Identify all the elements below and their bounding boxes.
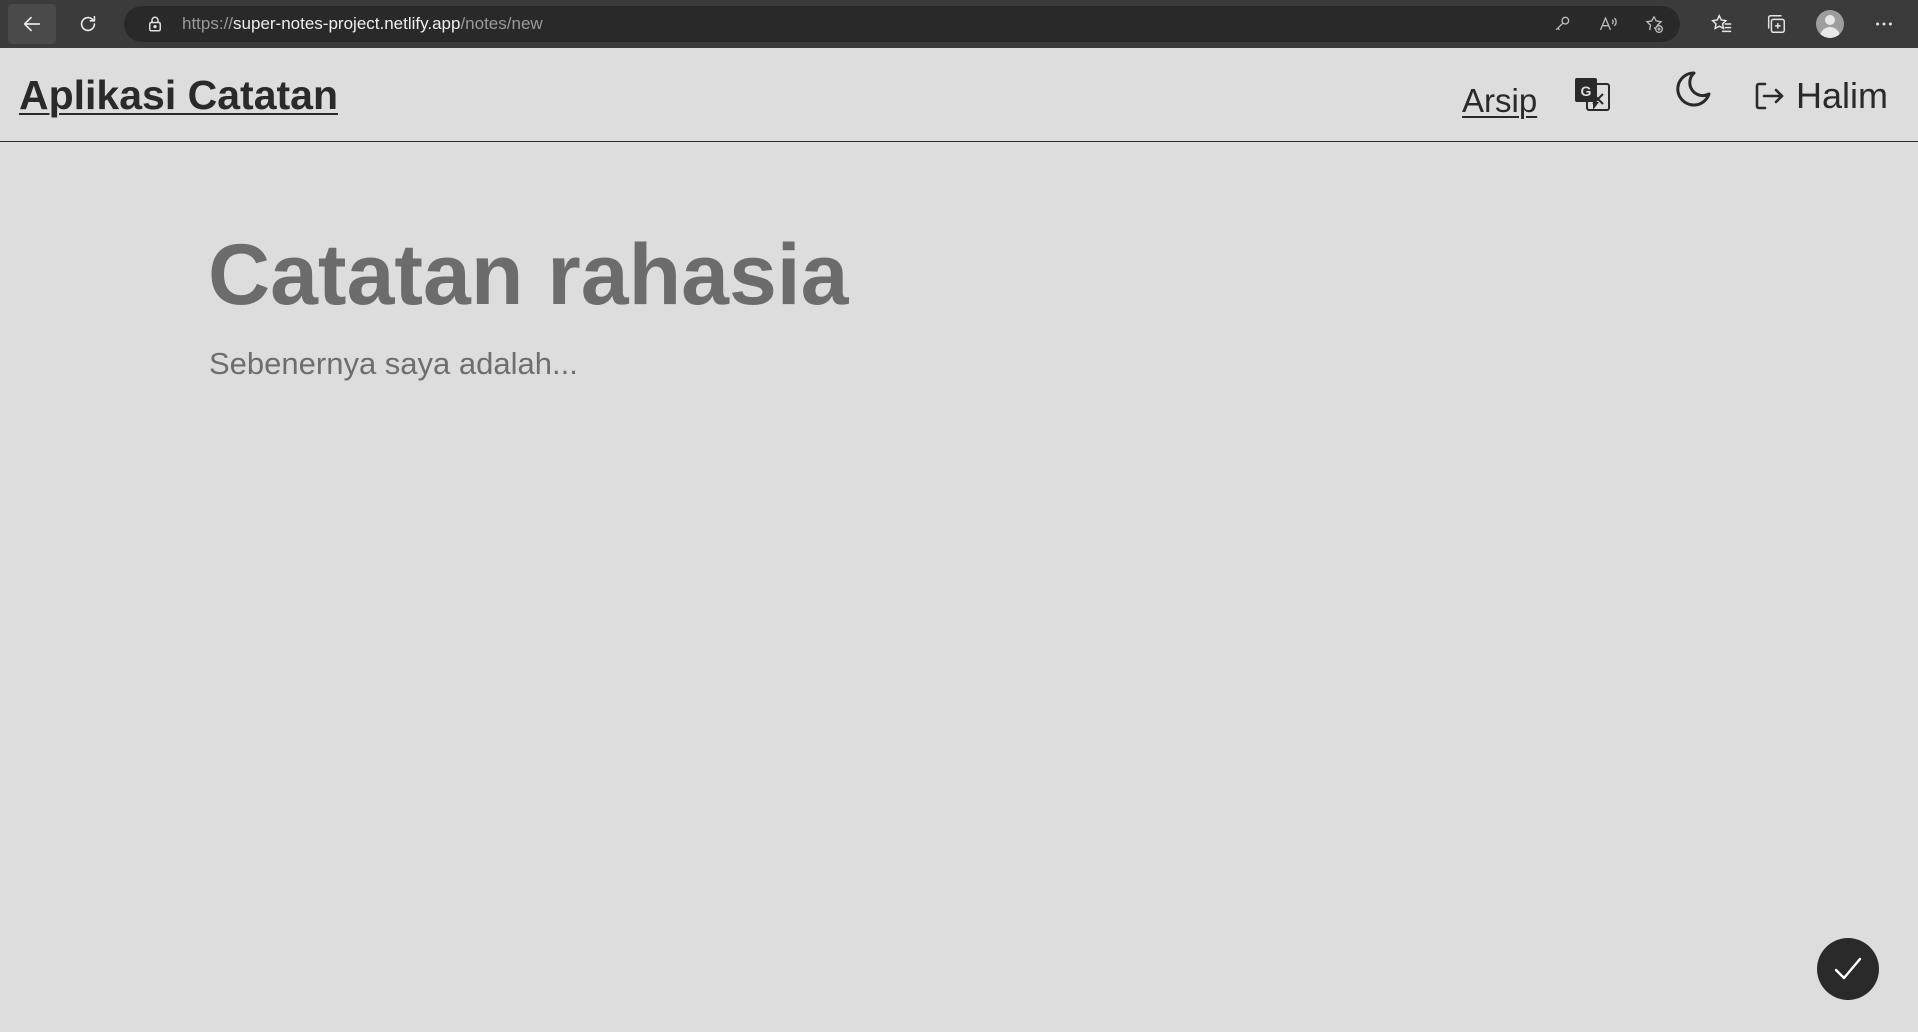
url-host: super-notes-project.netlify.app (233, 14, 461, 33)
read-aloud-icon[interactable] (1596, 12, 1620, 36)
note-body-input[interactable]: Sebenernya saya adalah... (209, 346, 1609, 382)
translate-icon: G (1575, 78, 1610, 111)
url-scheme: https:// (182, 14, 234, 33)
arrow-left-icon (23, 16, 41, 32)
theme-toggle-button[interactable] (1670, 68, 1714, 112)
favorites-icon[interactable] (1708, 10, 1736, 38)
translate-button[interactable]: G (1573, 76, 1611, 114)
lock-icon (149, 16, 161, 32)
browser-toolbar: https://super-notes-project.netlify.app/… (0, 0, 1918, 48)
note-title-input[interactable]: Catatan rahasia (208, 226, 1608, 325)
profile-avatar[interactable] (1816, 10, 1844, 38)
favorite-add-icon[interactable] (1642, 12, 1666, 36)
back-button[interactable] (8, 4, 56, 44)
logout-icon (1755, 82, 1784, 110)
refresh-icon (80, 15, 96, 32)
moon-icon (1676, 71, 1711, 107)
more-options-icon[interactable] (1870, 10, 1898, 38)
app-title-link[interactable]: Aplikasi Catatan (19, 72, 338, 119)
logout-button[interactable]: Halim (1752, 74, 1888, 118)
user-name-label: Halim (1796, 75, 1889, 116)
check-icon (1834, 957, 1862, 980)
collections-icon[interactable] (1762, 10, 1790, 38)
archive-link[interactable]: Arsip (1462, 82, 1537, 120)
key-icon[interactable] (1550, 12, 1574, 36)
address-bar[interactable]: https://super-notes-project.netlify.app/… (124, 6, 1680, 42)
url-text[interactable]: https://super-notes-project.netlify.app/… (182, 14, 543, 34)
app-header: Aplikasi Catatan Arsip G Halim (0, 48, 1918, 142)
svg-text:G: G (1581, 83, 1592, 99)
refresh-button[interactable] (64, 4, 112, 44)
url-path: /notes/new (460, 14, 543, 33)
save-note-button[interactable] (1817, 938, 1879, 1000)
